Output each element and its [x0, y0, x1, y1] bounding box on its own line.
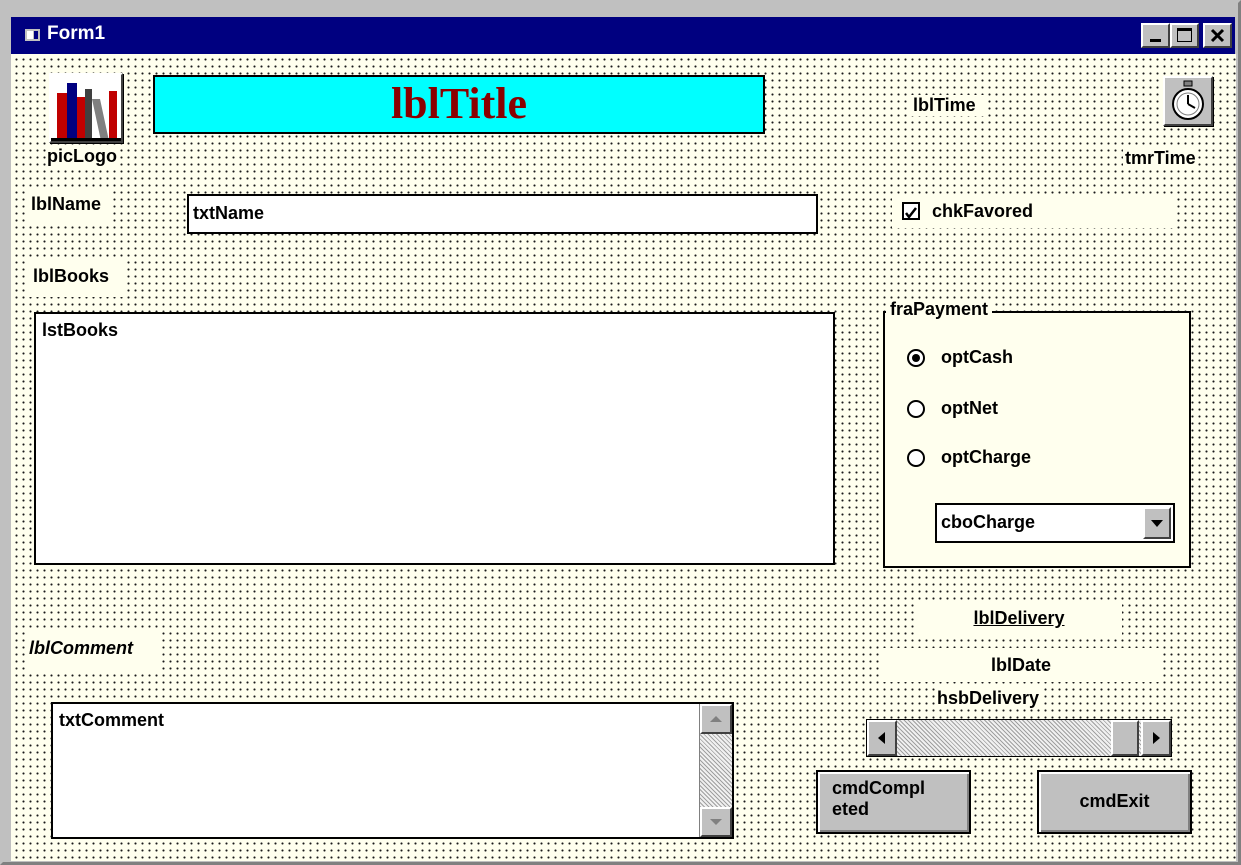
title-label: lblTitle — [153, 75, 765, 134]
name-textbox-text: txtName — [193, 203, 265, 223]
title-label-text: lblTitle — [390, 79, 528, 128]
charge-combobox[interactable]: cboCharge — [935, 503, 1175, 543]
arrow-down-icon — [710, 819, 722, 825]
logo-caption: picLogo — [47, 146, 117, 167]
scroll-up-button[interactable] — [700, 704, 732, 734]
arrow-right-icon — [1153, 732, 1160, 744]
books-label: lblBooks — [27, 260, 128, 297]
checkmark-icon — [905, 207, 917, 220]
completed-button[interactable]: cmdCompl eted — [816, 770, 971, 834]
net-option-label: optNet — [941, 398, 998, 419]
charge-dropdown-button[interactable] — [1143, 507, 1171, 539]
form-window: Form1 picLogo lblTitle lblTime tmrTime l… — [0, 0, 1241, 865]
payment-frame: fraPayment optCash optNet optCharge cboC… — [883, 299, 1191, 568]
date-label: lblDate — [882, 648, 1160, 682]
net-option[interactable]: optNet — [905, 394, 1065, 424]
completed-button-label-line2: eted — [832, 799, 870, 819]
comment-label: lblComment — [25, 630, 162, 673]
form-icon — [25, 29, 40, 41]
books-icon — [51, 75, 121, 141]
scroll-left-button[interactable] — [867, 720, 897, 756]
delivery-scrollbar[interactable] — [866, 719, 1172, 757]
delivery-label-text: lblDelivery — [973, 608, 1065, 628]
name-label: lblName — [27, 190, 112, 223]
stopwatch-icon — [1172, 80, 1204, 120]
close-icon — [1210, 28, 1225, 43]
minimize-button[interactable] — [1141, 23, 1170, 48]
favored-checkbox-box[interactable] — [902, 202, 920, 220]
delivery-scrollbar-caption: hsbDelivery — [935, 688, 1042, 709]
books-listbox[interactable]: lstBooks — [34, 312, 835, 565]
maximize-icon — [1177, 28, 1192, 42]
cash-option[interactable]: optCash — [905, 343, 1065, 373]
window-title: Form1 — [47, 23, 106, 44]
cash-option-label: optCash — [941, 347, 1013, 368]
title-bar[interactable]: Form1 — [11, 17, 1235, 54]
comment-vertical-scrollbar[interactable] — [699, 704, 732, 837]
timer-caption: tmrTime — [1123, 148, 1196, 169]
favored-checkbox[interactable]: chkFavored — [892, 194, 1174, 228]
charge-option-label: optCharge — [941, 447, 1031, 468]
timer-control — [1163, 76, 1213, 126]
charge-radio[interactable] — [907, 449, 925, 467]
scroll-down-button[interactable] — [700, 807, 732, 837]
scroll-right-button[interactable] — [1141, 720, 1171, 756]
logo-picture — [49, 73, 123, 143]
charge-option[interactable]: optCharge — [905, 443, 1085, 473]
exit-button[interactable]: cmdExit — [1037, 770, 1192, 834]
time-label: lblTime — [909, 95, 988, 116]
name-textbox[interactable]: txtName — [187, 194, 818, 234]
cash-radio[interactable] — [907, 349, 925, 367]
books-listbox-text: lstBooks — [42, 320, 119, 340]
scroll-thumb[interactable] — [1111, 720, 1139, 756]
form-client-area: picLogo lblTitle lblTime tmrTime lblName… — [11, 54, 1236, 861]
payment-frame-caption: fraPayment — [886, 299, 993, 320]
favored-checkbox-label: chkFavored — [932, 201, 1034, 221]
comment-textbox-text: txtComment — [59, 710, 165, 730]
completed-button-label-line1: cmdCompl — [832, 778, 926, 798]
comment-textbox[interactable]: txtComment — [51, 702, 734, 839]
delivery-label: lblDelivery — [916, 601, 1122, 635]
maximize-button[interactable] — [1170, 23, 1199, 48]
chevron-down-icon — [1151, 520, 1163, 527]
arrow-left-icon — [878, 732, 885, 744]
close-button[interactable] — [1203, 23, 1232, 48]
charge-combobox-text: cboCharge — [941, 512, 1036, 533]
minimize-icon — [1150, 39, 1161, 42]
arrow-up-icon — [710, 716, 722, 722]
exit-button-label: cmdExit — [1079, 791, 1150, 811]
net-radio[interactable] — [907, 400, 925, 418]
